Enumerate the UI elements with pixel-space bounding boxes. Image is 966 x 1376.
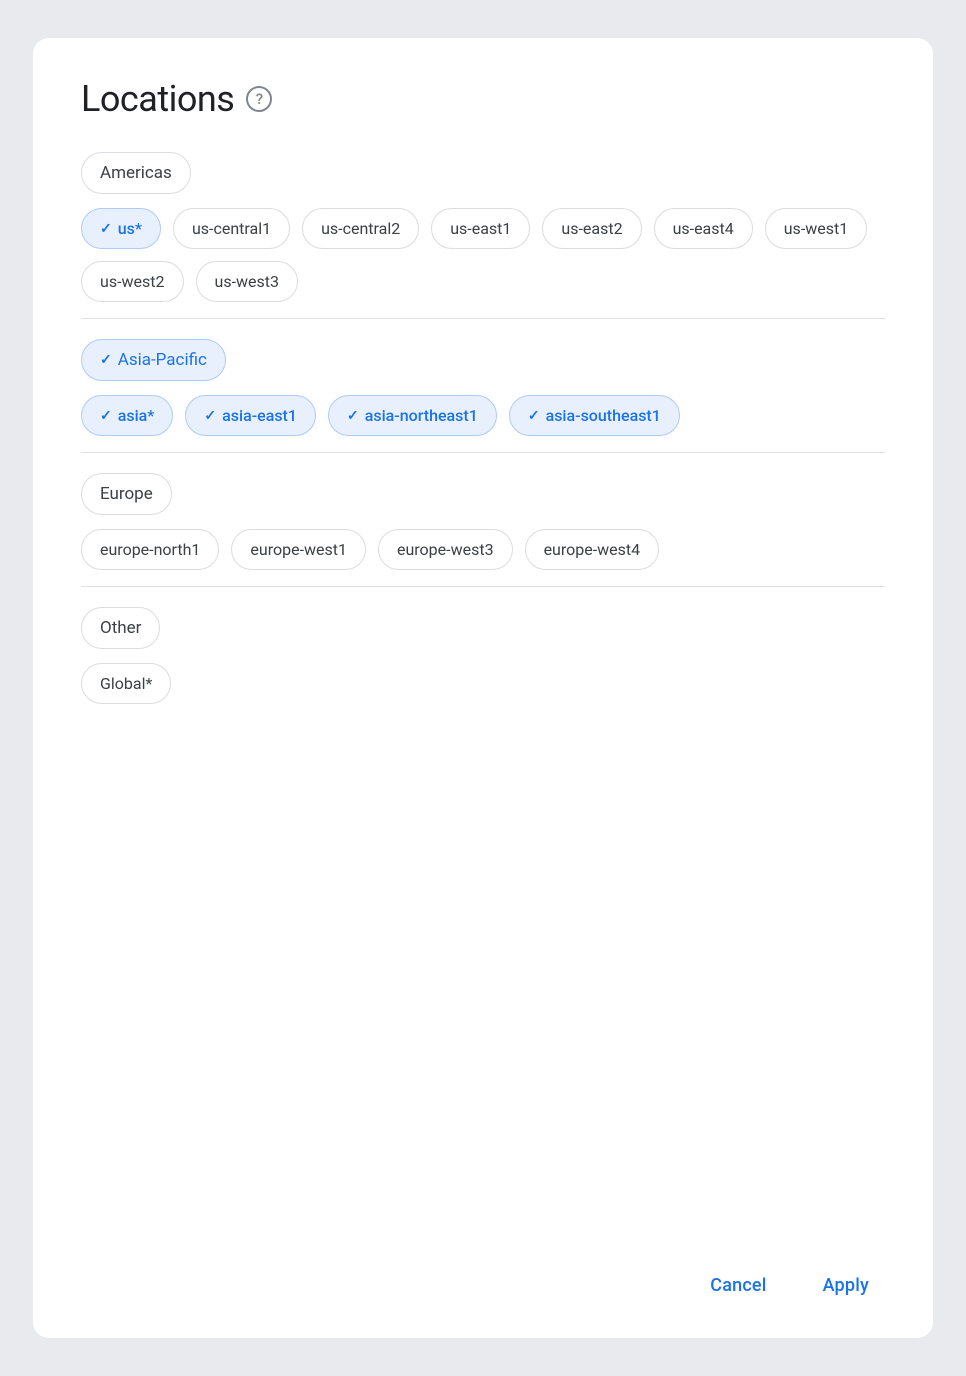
category-label-europe: Europe xyxy=(100,484,153,504)
chip-europe-0[interactable]: europe-north1 xyxy=(81,529,219,570)
section-asia-pacific: ✓ Asia-Pacific ✓ asia* ✓ asia-east1 ✓ asia-nort… xyxy=(81,339,885,436)
chip-label-other-0: Global* xyxy=(100,674,152,693)
category-chip-europe[interactable]: Europe xyxy=(81,473,172,515)
chip-americas-8[interactable]: us-west3 xyxy=(196,261,299,302)
chip-label-americas-6: us-west1 xyxy=(784,219,849,238)
category-chip-asia-pacific[interactable]: ✓ Asia-Pacific xyxy=(81,339,226,381)
section-divider xyxy=(81,452,885,453)
section-divider xyxy=(81,586,885,587)
category-chip-other[interactable]: Other xyxy=(81,607,160,649)
help-icon[interactable]: ? xyxy=(246,86,272,112)
chip-americas-7[interactable]: us-west2 xyxy=(81,261,184,302)
locations-dialog: Locations ? Americas ✓ us* us-central1 us-ce… xyxy=(33,38,933,1338)
dialog-footer: Cancel Apply xyxy=(81,1241,885,1306)
chip-label-europe-0: europe-north1 xyxy=(100,540,200,559)
checkmark-icon: ✓ xyxy=(100,408,112,424)
category-group-asia-pacific: ✓ Asia-Pacific xyxy=(81,339,885,381)
dialog-header: Locations ? xyxy=(81,78,885,120)
cancel-button[interactable]: Cancel xyxy=(694,1265,782,1306)
chip-asia-pacific-3[interactable]: ✓ asia-southeast1 xyxy=(509,395,680,436)
chip-label-americas-2: us-central2 xyxy=(321,219,400,238)
section-divider xyxy=(81,318,885,319)
category-label-americas: Americas xyxy=(100,163,172,183)
section-europe: Europe europe-north1 europe-west1 europe-we… xyxy=(81,473,885,570)
chip-label-asia-pacific-1: asia-east1 xyxy=(222,406,297,425)
chip-label-asia-pacific-0: asia* xyxy=(118,406,155,425)
chip-label-americas-1: us-central1 xyxy=(192,219,271,238)
chip-americas-1[interactable]: us-central1 xyxy=(173,208,290,249)
chip-americas-5[interactable]: us-east4 xyxy=(654,208,753,249)
category-group-europe: Europe xyxy=(81,473,885,515)
section-americas: Americas ✓ us* us-central1 us-central2 us-eas… xyxy=(81,152,885,302)
chip-label-europe-2: europe-west3 xyxy=(397,540,494,559)
chip-label-asia-pacific-3: asia-southeast1 xyxy=(546,406,661,425)
chip-label-asia-pacific-2: asia-northeast1 xyxy=(365,406,478,425)
chip-americas-6[interactable]: us-west1 xyxy=(765,208,868,249)
chip-europe-1[interactable]: europe-west1 xyxy=(231,529,366,570)
chip-americas-4[interactable]: us-east2 xyxy=(542,208,641,249)
chip-asia-pacific-0[interactable]: ✓ asia* xyxy=(81,395,173,436)
checkmark-icon: ✓ xyxy=(528,408,540,424)
checkmark-icon: ✓ xyxy=(204,408,216,424)
chip-americas-2[interactable]: us-central2 xyxy=(302,208,419,249)
chip-label-americas-5: us-east4 xyxy=(673,219,734,238)
chip-label-americas-4: us-east2 xyxy=(561,219,622,238)
sections-container: Americas ✓ us* us-central1 us-central2 us-eas… xyxy=(81,152,885,718)
category-label-other: Other xyxy=(100,618,141,638)
category-group-other: Other xyxy=(81,607,885,649)
chips-group-asia-pacific: ✓ asia* ✓ asia-east1 ✓ asia-northeast1 ✓ asia-s… xyxy=(81,395,885,436)
apply-button[interactable]: Apply xyxy=(807,1265,885,1306)
checkmark-icon: ✓ xyxy=(100,221,112,237)
chip-label-europe-3: europe-west4 xyxy=(544,540,641,559)
category-group-americas: Americas xyxy=(81,152,885,194)
dialog-title: Locations xyxy=(81,78,234,120)
category-label-asia-pacific: Asia-Pacific xyxy=(118,350,207,370)
chips-group-europe: europe-north1 europe-west1 europe-west3 eur… xyxy=(81,529,885,570)
chip-americas-3[interactable]: us-east1 xyxy=(431,208,530,249)
chip-asia-pacific-2[interactable]: ✓ asia-northeast1 xyxy=(328,395,497,436)
chip-label-americas-7: us-west2 xyxy=(100,272,165,291)
chip-other-0[interactable]: Global* xyxy=(81,663,171,704)
category-chip-americas[interactable]: Americas xyxy=(81,152,191,194)
chip-label-americas-3: us-east1 xyxy=(450,219,511,238)
chips-group-americas: ✓ us* us-central1 us-central2 us-east1 us-eas… xyxy=(81,208,885,302)
chip-label-americas-8: us-west3 xyxy=(215,272,280,291)
section-other: Other Global* xyxy=(81,607,885,704)
chip-europe-3[interactable]: europe-west4 xyxy=(525,529,660,570)
chip-label-europe-1: europe-west1 xyxy=(250,540,347,559)
checkmark-icon: ✓ xyxy=(347,408,359,424)
chip-asia-pacific-1[interactable]: ✓ asia-east1 xyxy=(185,395,316,436)
checkmark-icon: ✓ xyxy=(100,352,112,368)
chip-europe-2[interactable]: europe-west3 xyxy=(378,529,513,570)
chip-americas-0[interactable]: ✓ us* xyxy=(81,208,161,249)
chip-label-americas-0: us* xyxy=(118,219,142,238)
chips-group-other: Global* xyxy=(81,663,885,704)
